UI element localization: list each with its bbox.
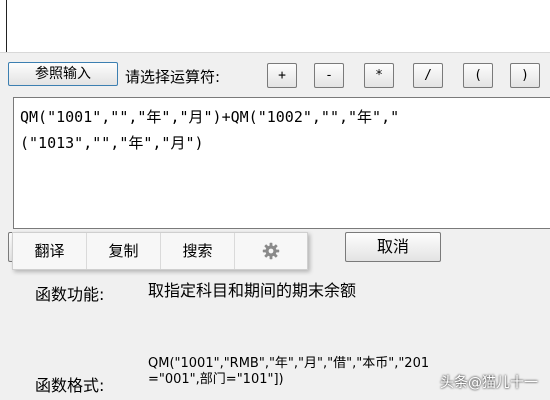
operator-open-paren-button[interactable]: (	[463, 63, 493, 88]
reference-input-button[interactable]: 参照输入	[8, 62, 118, 86]
function-format-line-2: ="001",部门="101"])	[148, 372, 284, 387]
formula-line-2: ("1013","","年","月")	[20, 134, 204, 152]
operator-multiply-button[interactable]: *	[364, 63, 394, 88]
function-format-line-1: QM("1001","RMB","年","月","借","本币","201	[148, 356, 430, 371]
function-description-text: 取指定科目和期间的期末余额	[148, 281, 357, 300]
function-format-label: 函数格式:	[35, 376, 105, 395]
operator-divide-button[interactable]: /	[413, 63, 443, 88]
operator-prompt-label: 请选择运算符:	[125, 68, 221, 86]
operator-plus-button[interactable]: +	[267, 63, 297, 88]
cancel-button[interactable]: 取消	[345, 232, 441, 262]
menu-item-copy[interactable]: 复制	[87, 233, 161, 269]
gear-icon	[262, 242, 280, 260]
function-format-text: QM("1001","RMB","年","月","借","本币","201 ="…	[148, 356, 429, 388]
watermark-text: 头条@猫儿十一	[440, 375, 538, 391]
function-description-label: 函数功能:	[35, 285, 105, 304]
menu-settings[interactable]	[235, 233, 307, 269]
formula-editor[interactable]: QM("1001","","年","月")+QM("1002","","年","…	[13, 97, 550, 229]
context-menu: 翻译 复制 搜索	[12, 232, 308, 270]
top-blank-area	[0, 0, 550, 53]
operator-close-paren-button[interactable]: )	[510, 63, 540, 88]
menu-item-translate[interactable]: 翻译	[13, 233, 87, 269]
top-divider-line	[6, 0, 7, 52]
menu-item-search[interactable]: 搜索	[161, 233, 235, 269]
operator-minus-button[interactable]: -	[314, 63, 344, 88]
formula-line-1: QM("1001","","年","月")+QM("1002","","年","	[20, 108, 400, 126]
